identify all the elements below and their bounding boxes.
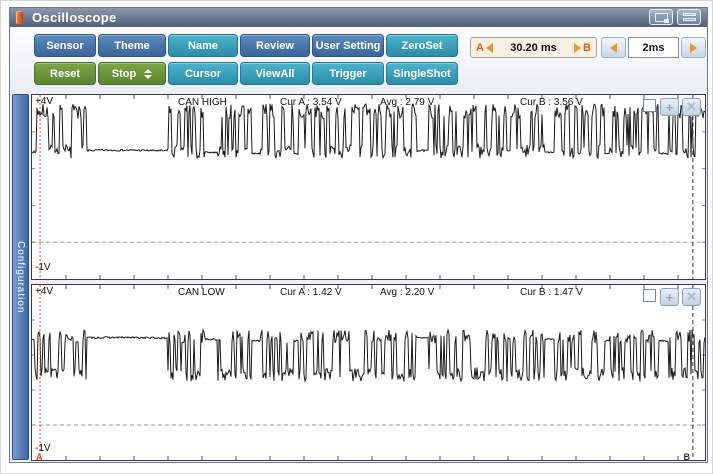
cursor-a-readout: Cur A : 1.42 V [280, 287, 342, 298]
main-area: Configuration +4V CAN HIGH Cur A : 3.54 … [10, 92, 707, 462]
timebase-value: 2ms [642, 41, 665, 54]
cursor-a-readout: Cur A : 3.54 V [280, 97, 342, 108]
close-channel-button[interactable]: ✕ [682, 98, 701, 116]
arrow-right-icon [574, 42, 582, 53]
scale-top-label: +4V [35, 286, 54, 297]
channel-name-label: CAN LOW [178, 287, 225, 298]
theme-button[interactable]: Theme [98, 34, 166, 57]
stop-button[interactable]: Stop [98, 62, 166, 85]
arrow-left-icon [485, 42, 493, 53]
sidebar-tab-label: Configuration [15, 240, 26, 314]
average-readout: Avg : 2.79 V [380, 97, 435, 108]
cursor-b-marker[interactable]: B [684, 452, 691, 462]
cursor-a-marker[interactable]: A [36, 452, 43, 462]
cursor-delta-value: 30.20 ms [510, 41, 557, 54]
oscilloscope-window: Oscilloscope Sensor Theme Name Review Us… [9, 7, 708, 463]
float-window-button[interactable] [649, 9, 673, 25]
sidebar-tab-configuration[interactable]: Configuration [12, 94, 29, 460]
sensor-button[interactable]: Sensor [34, 34, 96, 57]
cursor-b-tag: B [583, 41, 591, 54]
average-readout: Avg : 2.20 V [380, 287, 435, 298]
zoom-in-channel-button[interactable]: + [660, 288, 679, 306]
cursor-b-readout: Cur B : 1.47 V [520, 287, 583, 298]
close-channel-button[interactable]: ✕ [682, 288, 701, 306]
oscilloscope-app-screen: Oscilloscope Sensor Theme Name Review Us… [0, 0, 713, 474]
float-window-icon [654, 12, 669, 23]
arrow-left-icon [610, 42, 617, 53]
app-indicator-icon [16, 11, 23, 24]
user-setting-button[interactable]: User Setting [312, 34, 384, 57]
waveform-trace [32, 103, 705, 160]
scope-panel-can-high: +4V CAN HIGH Cur A : 3.54 V Avg : 2.79 V… [31, 94, 706, 280]
arrow-right-icon [690, 42, 697, 53]
titlebar-buttons [649, 9, 701, 25]
tile-windows-button[interactable] [677, 9, 701, 25]
zoom-in-channel-button[interactable]: + [660, 98, 679, 116]
scale-bottom-label: -1V [35, 262, 51, 273]
channel-visibility-checkbox[interactable] [643, 99, 656, 112]
plus-icon: + [665, 99, 674, 115]
waveform-plot[interactable] [32, 95, 705, 279]
viewall-button[interactable]: ViewAll [240, 62, 310, 85]
reset-button[interactable]: Reset [34, 62, 96, 85]
zeroset-button[interactable]: ZeroSet [386, 34, 458, 57]
title-bar[interactable]: Oscilloscope [10, 8, 707, 27]
cursor-button[interactable]: Cursor [168, 62, 238, 85]
tile-windows-icon [682, 13, 696, 21]
waveform-trace [32, 328, 705, 384]
cursor-a-tag: A [476, 41, 484, 54]
name-button[interactable]: Name [168, 34, 238, 57]
plus-icon: + [665, 289, 674, 305]
close-icon: ✕ [686, 99, 697, 114]
timebase-increase-button[interactable] [681, 37, 706, 58]
toolbar: Sensor Theme Name Review User Setting Ze… [10, 27, 707, 92]
cursor-delta-readout[interactable]: A 30.20 ms B [470, 37, 597, 58]
cursor-b-readout: Cur B : 3.56 V [520, 97, 583, 108]
review-button[interactable]: Review [240, 34, 310, 57]
timebase-decrease-button[interactable] [601, 37, 626, 58]
channel-name-label: CAN HIGH [178, 97, 227, 108]
scale-top-label: +4V [35, 96, 54, 107]
singleshot-button[interactable]: SingleShot [386, 62, 458, 85]
channel-visibility-checkbox[interactable] [643, 289, 656, 302]
window-title: Oscilloscope [32, 10, 117, 25]
trigger-button[interactable]: Trigger [312, 62, 384, 85]
waveform-plot[interactable] [32, 285, 705, 460]
close-icon: ✕ [686, 289, 697, 304]
timebase-field[interactable]: 2ms [628, 37, 679, 58]
scope-panel-can-low: +4V CAN LOW Cur A : 1.42 V Avg : 2.20 V … [31, 284, 706, 462]
stop-spinner-icon[interactable] [144, 68, 153, 79]
